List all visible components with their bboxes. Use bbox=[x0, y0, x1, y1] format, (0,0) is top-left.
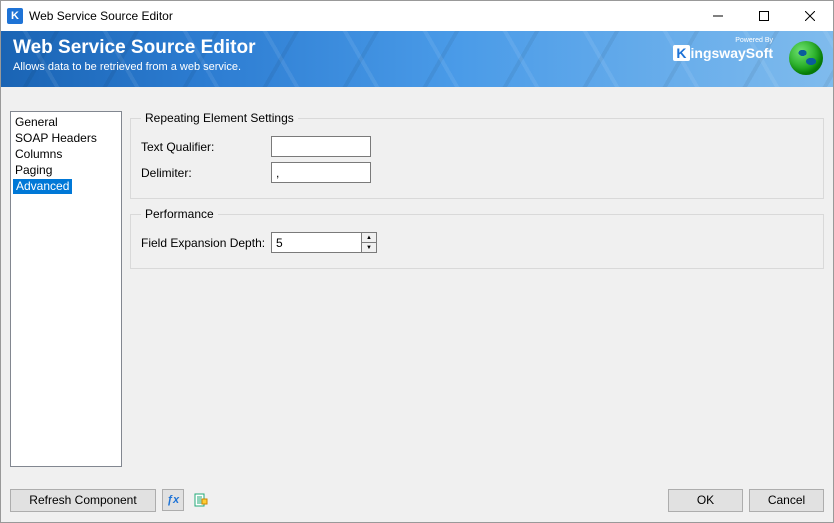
maximize-button[interactable] bbox=[741, 1, 787, 31]
app-icon: K bbox=[7, 8, 23, 24]
text-qualifier-input[interactable] bbox=[271, 136, 371, 157]
spinner-down-button[interactable]: ▼ bbox=[362, 243, 376, 252]
field-expansion-value[interactable] bbox=[271, 232, 361, 253]
main-panel: Repeating Element Settings Text Qualifie… bbox=[130, 111, 824, 467]
performance-group: Performance Field Expansion Depth: ▲ ▼ bbox=[130, 207, 824, 269]
globe-icon bbox=[789, 41, 823, 75]
minimize-button[interactable] bbox=[695, 1, 741, 31]
fx-expression-button[interactable]: ƒx bbox=[162, 489, 184, 511]
field-expansion-spinner[interactable]: ▲ ▼ bbox=[271, 232, 377, 253]
powered-by-label: Powered By bbox=[735, 37, 773, 44]
sidebar-item-columns[interactable]: Columns bbox=[13, 147, 64, 161]
title-bar: K Web Service Source Editor bbox=[1, 1, 833, 31]
sidebar-item-paging[interactable]: Paging bbox=[13, 163, 54, 177]
repeating-legend: Repeating Element Settings bbox=[141, 111, 298, 125]
repeating-element-settings-group: Repeating Element Settings Text Qualifie… bbox=[130, 111, 824, 199]
sidebar-item-soap-headers[interactable]: SOAP Headers bbox=[13, 131, 99, 145]
sidebar-item-general[interactable]: General bbox=[13, 115, 60, 129]
brand-k: K bbox=[673, 45, 689, 61]
text-qualifier-label: Text Qualifier: bbox=[141, 140, 271, 154]
field-expansion-label: Field Expansion Depth: bbox=[141, 236, 271, 250]
delimiter-input[interactable] bbox=[271, 162, 371, 183]
brand-text: ingswaySoft bbox=[691, 45, 773, 61]
cancel-button[interactable]: Cancel bbox=[749, 489, 824, 512]
ok-button[interactable]: OK bbox=[668, 489, 743, 512]
spinner-up-button[interactable]: ▲ bbox=[362, 233, 376, 243]
sidebar-item-advanced[interactable]: Advanced bbox=[13, 179, 72, 194]
performance-legend: Performance bbox=[141, 207, 218, 221]
nav-sidebar: General SOAP Headers Columns Paging Adva… bbox=[10, 111, 122, 467]
content-area: General SOAP Headers Columns Paging Adva… bbox=[0, 86, 834, 477]
window-title: Web Service Source Editor bbox=[29, 9, 695, 23]
banner-subtitle: Allows data to be retrieved from a web s… bbox=[13, 61, 821, 73]
delimiter-label: Delimiter: bbox=[141, 166, 271, 180]
document-icon-button[interactable] bbox=[190, 489, 212, 511]
header-banner: Web Service Source Editor Allows data to… bbox=[1, 31, 833, 87]
refresh-component-button[interactable]: Refresh Component bbox=[10, 489, 156, 512]
footer-bar: Refresh Component ƒx OK Cancel bbox=[0, 477, 834, 523]
brand-logo: Powered By K ingswaySoft bbox=[673, 45, 773, 61]
close-button[interactable] bbox=[787, 1, 833, 31]
